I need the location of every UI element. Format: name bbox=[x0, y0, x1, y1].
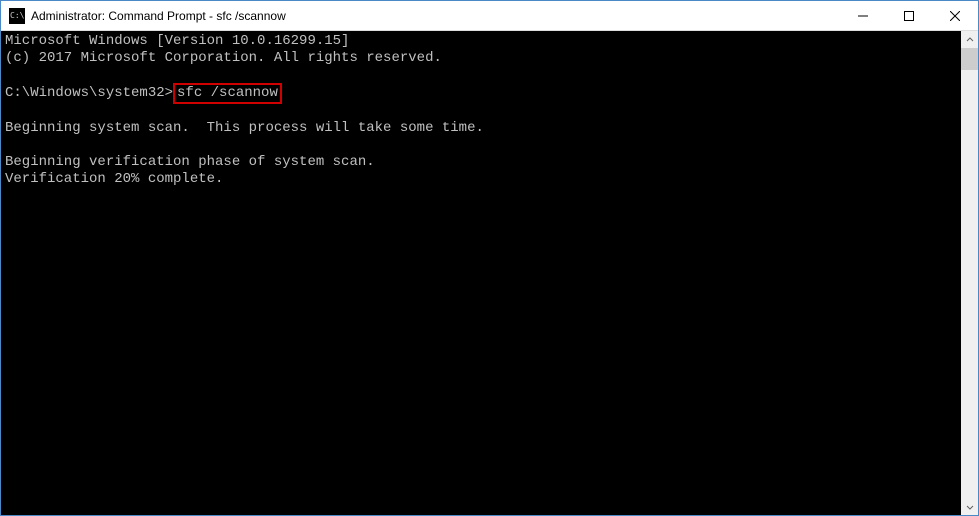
output-line: Microsoft Windows [Version 10.0.16299.15… bbox=[5, 33, 349, 49]
window-controls bbox=[840, 1, 978, 30]
scroll-thumb[interactable] bbox=[961, 48, 978, 70]
cmd-icon bbox=[9, 8, 25, 24]
maximize-button[interactable] bbox=[886, 1, 932, 30]
scroll-up-arrow-icon[interactable] bbox=[961, 31, 978, 48]
output-line: (c) 2017 Microsoft Corporation. All righ… bbox=[5, 50, 442, 66]
output-line: Beginning system scan. This process will… bbox=[5, 120, 484, 136]
titlebar[interactable]: Administrator: Command Prompt - sfc /sca… bbox=[1, 1, 978, 31]
console-output[interactable]: Microsoft Windows [Version 10.0.16299.15… bbox=[1, 31, 961, 515]
command-text: sfc /scannow bbox=[177, 85, 278, 101]
prompt-text: C:\Windows\system32> bbox=[5, 85, 173, 101]
output-line: Verification 20% complete. bbox=[5, 171, 223, 187]
close-button[interactable] bbox=[932, 1, 978, 30]
minimize-button[interactable] bbox=[840, 1, 886, 30]
vertical-scrollbar[interactable] bbox=[961, 31, 978, 515]
output-line: Beginning verification phase of system s… bbox=[5, 154, 375, 170]
scroll-down-arrow-icon[interactable] bbox=[961, 498, 978, 515]
command-highlight: sfc /scannow bbox=[173, 83, 282, 104]
command-prompt-window: Administrator: Command Prompt - sfc /sca… bbox=[0, 0, 979, 516]
window-title: Administrator: Command Prompt - sfc /sca… bbox=[31, 9, 840, 23]
scroll-track[interactable] bbox=[961, 48, 978, 498]
console-area: Microsoft Windows [Version 10.0.16299.15… bbox=[1, 31, 978, 515]
